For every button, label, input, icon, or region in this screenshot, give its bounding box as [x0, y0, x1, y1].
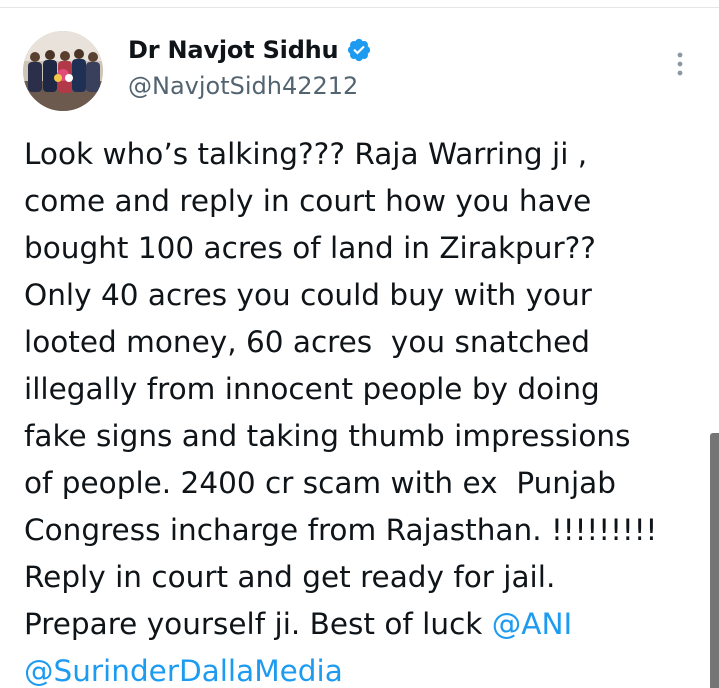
tweet-text-line: fake signs and taking thumb impressions [24, 419, 631, 453]
more-vertical-icon[interactable] [666, 46, 694, 82]
verified-badge-icon [346, 37, 372, 63]
tweet-text-line: Reply in court and get ready for jail. [24, 560, 556, 594]
avatar[interactable] [23, 31, 103, 111]
tweet-screen: Dr Navjot Sidhu @NavjotSidh42212 Look wh… [0, 0, 719, 688]
mention-link-ani[interactable]: @ANI [492, 607, 572, 641]
tweet-text-line: @SurinderDallaMedia [24, 648, 714, 688]
avatar-image [23, 31, 103, 111]
author-handle[interactable]: @NavjotSidh42212 [128, 72, 358, 100]
tweet-text-line: Look who’s talking??? Raja Warring ji , [24, 137, 588, 171]
tweet-text-line: come and reply in court how you have [24, 184, 592, 218]
tweet-text-line: bought 100 acres of land in Zirakpur?? [24, 231, 596, 265]
tweet-text-line: illegally from innocent people by doing [24, 372, 600, 406]
tweet-text-line: Congress incharge from Rajasthan. !!!!!!… [24, 513, 658, 547]
top-divider [0, 0, 719, 8]
tweet-text: Look who’s talking??? Raja Warring ji , … [24, 131, 714, 688]
tweet-text-line: looted money, 60 acres you snatched [24, 325, 591, 359]
tweet-text-line: Prepare yourself ji. Best of luck @ANI [24, 601, 714, 648]
tweet-text-segment: Prepare yourself ji. Best of luck [24, 607, 492, 641]
tweet-text-line: Only 40 acres you could buy with your [24, 278, 592, 312]
mention-link-surinderdallamedia[interactable]: @SurinderDallaMedia [24, 654, 343, 688]
scrollbar-thumb[interactable] [710, 433, 719, 688]
tweet-text-line: of people. 2400 cr scam with ex Punjab [24, 466, 616, 500]
author-name-row: Dr Navjot Sidhu [128, 34, 372, 66]
author-display-name[interactable]: Dr Navjot Sidhu [128, 36, 339, 64]
